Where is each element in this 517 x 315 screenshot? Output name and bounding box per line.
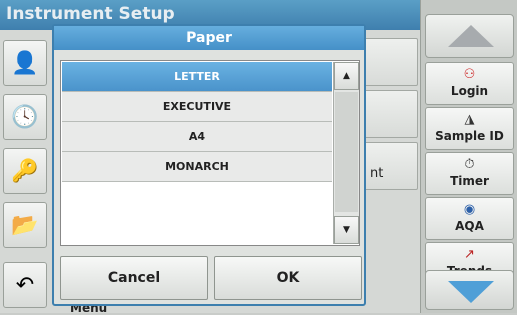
- trends-icon: ↗: [464, 247, 475, 262]
- list-item-monarch[interactable]: MONARCH: [62, 152, 332, 182]
- list-scroll-up-button[interactable]: ▲: [334, 62, 359, 90]
- back-arrow-icon: ↶: [15, 272, 35, 298]
- chevron-up-icon: ▲: [343, 71, 350, 81]
- sample-id-label: Sample ID: [435, 129, 504, 143]
- aqa-button[interactable]: ◉ AQA: [425, 197, 514, 240]
- timer-button[interactable]: ⏱ Timer: [425, 152, 514, 195]
- paper-dialog: Paper LETTER EXECUTIVE A4 MONARCH ▲ ▼ Ca…: [52, 24, 366, 306]
- login-button[interactable]: ⚇ Login: [425, 62, 514, 105]
- clock-icon: 🕓: [11, 104, 39, 130]
- right-panel: ⚇ Login ◮ Sample ID ⏱ Timer ◉ AQA ↗ Tren…: [420, 0, 517, 313]
- clock-button[interactable]: 🕓: [3, 94, 47, 140]
- keys-button[interactable]: 🔑: [3, 148, 47, 194]
- person-icon: 👤: [11, 50, 39, 76]
- chevron-down-icon: ▼: [343, 225, 350, 235]
- cancel-button[interactable]: Cancel: [60, 256, 208, 300]
- folder-button[interactable]: 📂: [3, 202, 47, 248]
- aqa-icon: ◉: [463, 202, 476, 217]
- aqa-label: AQA: [455, 219, 484, 233]
- timer-icon: ⏱: [464, 157, 475, 172]
- list-item-letter[interactable]: LETTER: [62, 62, 332, 92]
- timer-label: Timer: [450, 174, 489, 188]
- list-item-executive[interactable]: EXECUTIVE: [62, 92, 332, 122]
- list-scroll-down-button[interactable]: ▼: [334, 216, 359, 244]
- key-icon: 🔑: [11, 158, 39, 184]
- triangle-up-icon: [448, 25, 494, 47]
- operator-button[interactable]: 👤: [3, 40, 47, 86]
- paper-list: LETTER EXECUTIVE A4 MONARCH ▲ ▼: [60, 60, 360, 246]
- scroll-thumb[interactable]: [335, 92, 358, 212]
- person-icon: ⚇: [463, 67, 476, 82]
- list-item-a4[interactable]: A4: [62, 122, 332, 152]
- dialog-title: Paper: [54, 26, 364, 50]
- sample-id-button[interactable]: ◮ Sample ID: [425, 107, 514, 150]
- list-scrollbar[interactable]: ▲ ▼: [333, 62, 359, 244]
- folder-icon: 📂: [11, 212, 39, 238]
- scroll-down-button[interactable]: [425, 270, 514, 310]
- page-title: Instrument Setup: [6, 4, 175, 24]
- back-button[interactable]: ↶: [3, 262, 47, 308]
- scroll-up-button[interactable]: [425, 14, 514, 58]
- triangle-down-icon: [448, 281, 494, 303]
- login-label: Login: [450, 84, 489, 98]
- bg-row-label: nt: [370, 166, 384, 181]
- ok-button[interactable]: OK: [214, 256, 362, 300]
- sample-icon: ◮: [464, 112, 475, 127]
